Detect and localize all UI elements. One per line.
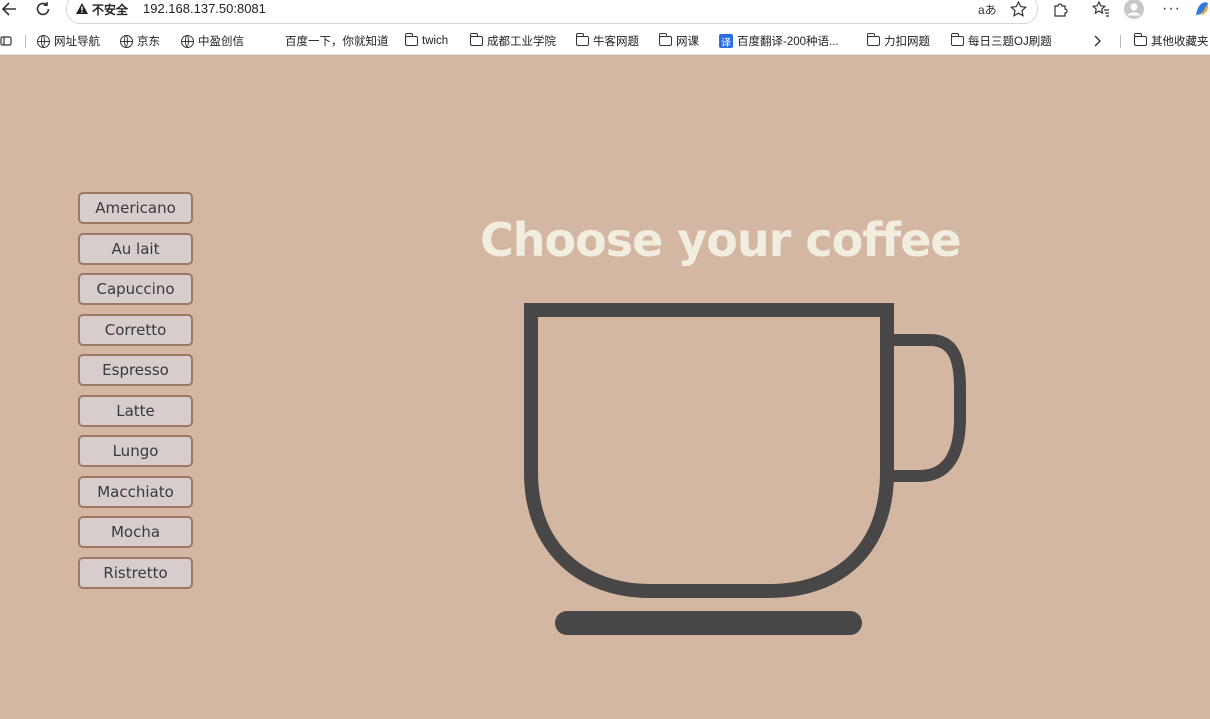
- read-aloud-button[interactable]: aあ: [978, 0, 997, 18]
- cup-saucer: [555, 611, 862, 635]
- security-indicator[interactable]: 不安全: [76, 1, 128, 18]
- coffee-button-capuccino[interactable]: Capuccino: [78, 273, 193, 305]
- read-aloud-icon: aあ: [978, 2, 997, 17]
- favorites-button[interactable]: [1092, 0, 1110, 18]
- translate-icon: 译: [719, 34, 733, 49]
- bookmark-item[interactable]: 京东: [120, 32, 160, 50]
- folder-icon: [1133, 33, 1147, 46]
- avatar-icon: [1124, 0, 1144, 19]
- chevron-right-icon: [1094, 35, 1101, 47]
- bookmark-folder[interactable]: twich: [404, 32, 448, 50]
- copilot-button[interactable]: [1194, 0, 1210, 18]
- coffee-button-ristretto[interactable]: Ristretto: [78, 557, 193, 589]
- bookmarks-divider: [1120, 35, 1121, 48]
- coffee-page: Americano Au lait Capuccino Corretto Esp…: [0, 55, 1210, 719]
- globe-icon: [120, 34, 133, 48]
- folder-icon: [658, 33, 672, 46]
- folder-icon: [950, 33, 964, 46]
- coffee-button-macchiato[interactable]: Macchiato: [78, 476, 193, 508]
- favorites-list-icon: [1092, 1, 1109, 17]
- back-button[interactable]: [0, 0, 20, 18]
- bookmark-item[interactable]: 网址导航: [37, 32, 100, 50]
- cup-handle: [887, 334, 966, 482]
- bookmark-folder[interactable]: 每日三题OJ刷题: [950, 32, 1052, 50]
- coffee-cup-illustration: [524, 303, 966, 635]
- profile-button[interactable]: [1124, 0, 1144, 19]
- sidebar-icon: [0, 36, 12, 46]
- folder-icon: [404, 33, 418, 46]
- more-bookmarks-button[interactable]: [1092, 32, 1102, 50]
- bookmark-folder[interactable]: 牛客网题: [575, 32, 639, 50]
- warning-icon: [76, 2, 88, 17]
- coffee-button-latte[interactable]: Latte: [78, 395, 193, 427]
- page-title: Choose your coffee: [480, 213, 962, 267]
- bookmark-item[interactable]: 中盈创信: [181, 32, 244, 50]
- coffee-button-lungo[interactable]: Lungo: [78, 435, 193, 467]
- browser-toolbar: 不安全 192.168.137.50:8081 aあ ···: [0, 0, 1210, 24]
- back-arrow-icon: [2, 2, 16, 16]
- more-icon: ···: [1162, 0, 1181, 17]
- folder-icon: [469, 33, 483, 46]
- folder-icon: [575, 33, 589, 46]
- star-icon: [1010, 1, 1027, 17]
- security-label: 不安全: [92, 3, 129, 17]
- extensions-button[interactable]: [1052, 0, 1069, 18]
- bookmark-folder[interactable]: 网课: [658, 32, 699, 50]
- globe-icon: [181, 34, 194, 48]
- favorite-button[interactable]: [1010, 0, 1027, 18]
- bookmark-item[interactable]: 译 百度翻译-200种语...: [719, 32, 839, 50]
- coffee-button-corretto[interactable]: Corretto: [78, 314, 193, 346]
- bookmark-item[interactable]: 百度一下，你就知道: [285, 32, 389, 50]
- refresh-button[interactable]: [33, 0, 53, 18]
- coffee-button-mocha[interactable]: Mocha: [78, 516, 193, 548]
- bookmark-folder[interactable]: 成都工业学院: [469, 32, 556, 50]
- sidebar-toggle-button[interactable]: [0, 32, 12, 50]
- coffee-button-espresso[interactable]: Espresso: [78, 354, 193, 386]
- other-favorites-folder[interactable]: 其他收藏夹: [1133, 32, 1209, 50]
- coffee-button-americano[interactable]: Americano: [78, 192, 193, 224]
- bookmarks-divider: [25, 35, 26, 48]
- puzzle-icon: [1054, 2, 1068, 17]
- cup-body: [524, 303, 894, 598]
- refresh-icon: [36, 2, 50, 16]
- url-text[interactable]: 192.168.137.50:8081: [143, 1, 266, 16]
- coffee-button-au-lait[interactable]: Au lait: [78, 233, 193, 265]
- more-menu-button[interactable]: ···: [1162, 0, 1181, 18]
- globe-icon: [37, 34, 50, 48]
- bookmarks-bar: 网址导航 京东 中盈创信 百度一下，你就知道 twich 成都工业学院 牛客网题…: [0, 28, 1210, 55]
- folder-icon: [866, 33, 880, 46]
- bookmark-folder[interactable]: 力扣网题: [866, 32, 930, 50]
- copilot-icon: [1196, 2, 1209, 15]
